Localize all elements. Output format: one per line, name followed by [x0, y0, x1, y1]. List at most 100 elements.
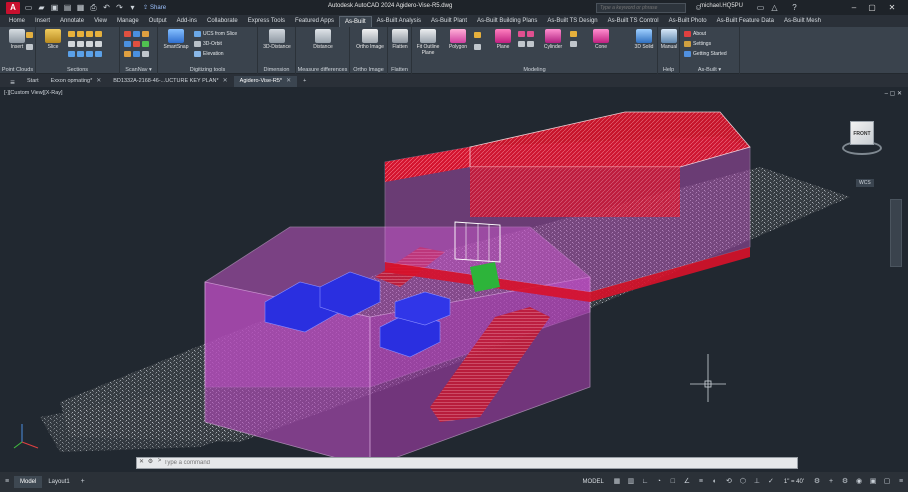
getting-started-button[interactable]: Getting Started [684, 50, 727, 58]
close-icon[interactable]: ✕ [886, 2, 898, 13]
distance-3d-button[interactable]: 3D-Distance [260, 29, 294, 50]
close-tab-icon[interactable]: ✕ [286, 76, 291, 87]
add-layout-icon[interactable]: + [78, 477, 88, 487]
ortho-icon[interactable]: ∟ [640, 477, 650, 487]
close-icon[interactable]: ✕ [137, 458, 146, 468]
as-built-dropdown[interactable]: As-Built ▾ [680, 67, 739, 73]
scannav-dropdown[interactable]: ScanNav ▾ [120, 67, 157, 73]
viewcube[interactable]: FRONT [838, 119, 886, 159]
manual-button[interactable]: Manual [656, 29, 682, 50]
tab-as-built-ts-control[interactable]: As-Built TS Control [603, 16, 664, 27]
application-menu-button[interactable]: A [6, 1, 20, 14]
document-tab[interactable]: Agidero-Vise-R5* ✕ [233, 76, 298, 87]
model-space-toggle[interactable]: MODEL [577, 476, 610, 488]
about-button[interactable]: About [684, 30, 706, 38]
slice-button[interactable]: Slice [40, 29, 66, 50]
annotation-scale[interactable]: 1" = 40' [778, 476, 810, 488]
customize-icon[interactable]: ⚙ [146, 458, 155, 468]
modeling-small-5[interactable] [570, 30, 577, 38]
redo-icon[interactable]: ↷ [115, 3, 124, 12]
distance-button[interactable]: Distance [310, 29, 336, 50]
modeling-small-2[interactable] [474, 43, 481, 51]
plot-icon[interactable]: ⎙ [89, 3, 98, 12]
annotation-monitor-icon[interactable]: ✓ [766, 477, 776, 487]
tab-view[interactable]: View [89, 16, 112, 27]
tab-express-tools[interactable]: Express Tools [243, 16, 290, 27]
orbit-3d-button[interactable]: 3D-Orbit [194, 40, 222, 48]
triangle-icon[interactable]: △ [770, 3, 779, 12]
modeling-small-3[interactable] [518, 30, 534, 38]
share-button[interactable]: ⇪ Share [143, 4, 166, 12]
elevation-button[interactable]: Elevation [194, 50, 224, 58]
3d-osnap-icon[interactable]: ⬡ [738, 477, 748, 487]
close-tab-icon[interactable]: ✕ [223, 76, 228, 87]
tab-as-built-building-plans[interactable]: As-Built Building Plans [472, 16, 542, 27]
cone-button[interactable]: Cone [588, 29, 614, 50]
save-icon[interactable]: ▣ [50, 3, 59, 12]
tab-collaborate[interactable]: Collaborate [202, 16, 243, 27]
plane-button[interactable]: Plane [490, 29, 516, 50]
cart-icon[interactable]: ▭ [756, 3, 765, 12]
tab-layout1[interactable]: Layout1 [42, 476, 75, 488]
tab-as-built-plant[interactable]: As-Built Plant [426, 16, 472, 27]
maximize-icon[interactable]: ▢ [866, 2, 878, 13]
hardware-acceleration-icon[interactable]: ▣ [868, 477, 878, 487]
osnap-icon[interactable]: □ [668, 477, 678, 487]
customization-icon[interactable]: ≡ [896, 477, 906, 487]
transparency-icon[interactable]: ◐ [710, 477, 720, 487]
tab-annotate[interactable]: Annotate [55, 16, 89, 27]
solid-3d-button[interactable]: 3D Solid [630, 29, 658, 50]
section-tools-row-2[interactable] [68, 40, 102, 48]
drawing-viewport[interactable]: [-][Custom View][X-Ray] – ▢ ✕ FRONT WCS [0, 87, 908, 467]
new-tab-icon[interactable]: + [297, 76, 312, 87]
scannav-row-2[interactable] [124, 40, 149, 48]
tab-add-ins[interactable]: Add-ins [172, 16, 202, 27]
scannav-row-3[interactable] [124, 50, 149, 58]
user-name[interactable]: michael.HQ5PU [700, 3, 743, 9]
lineweight-icon[interactable]: ≡ [696, 477, 706, 487]
command-line[interactable]: ✕ ⚙ > [136, 457, 798, 469]
section-tools-row-1[interactable] [68, 30, 102, 38]
grid-icon[interactable]: ▦ [612, 477, 622, 487]
help-icon[interactable]: ? [790, 3, 799, 12]
flatten-button[interactable]: Flatten [388, 29, 412, 50]
smartsnap-button[interactable]: SmartSnap [160, 29, 192, 50]
point-cloud-small-icon-1[interactable] [26, 31, 33, 39]
settings-icon[interactable]: ⚙ [812, 477, 822, 487]
tab-as-built-analysis[interactable]: As-Built Analysis [372, 16, 426, 27]
new-file-icon[interactable]: ▭ [24, 3, 33, 12]
tab-as-built-photo[interactable]: As-Built Photo [664, 16, 712, 27]
tab-as-built-ts-design[interactable]: As-Built TS Design [542, 16, 602, 27]
otrack-icon[interactable]: ∠ [682, 477, 692, 487]
save-as-icon[interactable]: ▤ [63, 3, 72, 12]
document-tab[interactable]: BD1332A-2168-46-...UCTURE KEY PLAN* ✕ [107, 76, 233, 87]
tab-featured-apps[interactable]: Featured Apps [290, 16, 339, 27]
tab-as-built-mesh[interactable]: As-Built Mesh [779, 16, 826, 27]
customize-quick-access-icon[interactable]: ▾ [128, 3, 137, 12]
tab-as-built[interactable]: As-Built [338, 16, 372, 27]
document-tab[interactable]: Exxon opmating* ✕ [45, 76, 108, 87]
navigation-bar[interactable] [890, 199, 902, 267]
viewport-controls-label[interactable]: [-][Custom View][X-Ray] [4, 90, 63, 96]
cylinder-button[interactable]: Cylinder [538, 29, 568, 50]
tab-insert[interactable]: Insert [30, 16, 55, 27]
web-icon[interactable]: ▦ [76, 3, 85, 12]
layout-menu-icon[interactable]: ≡ [2, 477, 12, 487]
section-tools-row-3[interactable] [68, 50, 102, 58]
isolate-icon[interactable]: ◉ [854, 477, 864, 487]
ortho-image-button[interactable]: Ortho Image [355, 29, 385, 50]
modeling-small-1[interactable] [474, 31, 481, 39]
workspace-icon[interactable]: ⚙ [840, 477, 850, 487]
wcs-label[interactable]: WCS [856, 179, 874, 187]
dynamic-ucs-icon[interactable]: ⊥ [752, 477, 762, 487]
settings-button[interactable]: Settings [684, 40, 711, 48]
polar-icon[interactable]: ◔ [654, 477, 664, 487]
viewport-window-controls[interactable]: – ▢ ✕ [885, 90, 902, 97]
close-tab-icon[interactable]: ✕ [96, 76, 101, 87]
modeling-small-4[interactable] [518, 40, 534, 48]
plus-icon[interactable]: + [826, 477, 836, 487]
model-scene[interactable] [0, 87, 908, 467]
snap-icon[interactable]: ▥ [626, 477, 636, 487]
minimize-icon[interactable]: – [848, 2, 860, 13]
modeling-small-6[interactable] [570, 40, 577, 48]
